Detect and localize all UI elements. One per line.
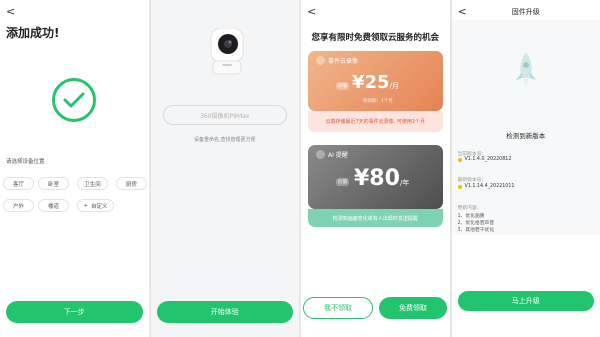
- decline-button[interactable]: 我不领取: [303, 297, 373, 319]
- version-dot-icon: [457, 157, 462, 162]
- cloud-record-desc: 云端存储最近7天的事件云录像, 可使用1个月: [308, 111, 443, 132]
- ai-icon: [316, 150, 325, 159]
- screen-firmware-upgrade: < 固件升级 检测到新版本 当前版本号： V1.1.4.0_20220812 最…: [451, 0, 600, 337]
- current-version: V1.1.4.0_20220812: [464, 157, 512, 162]
- page-title: 固件升级: [511, 8, 540, 16]
- room-chip-corridor[interactable]: 楼道: [38, 199, 69, 212]
- location-label: 请选择设备位置: [6, 159, 45, 165]
- value-tag: 价值: [336, 178, 349, 186]
- value-tag: 价值: [336, 82, 349, 90]
- change-item: 2、优化拾音声音: [457, 221, 495, 226]
- change-item: 1、优化画质: [457, 214, 485, 219]
- card-name: AI 提醒: [316, 150, 348, 159]
- offer-title: 您享有限时免费领取云服务的机会: [311, 33, 439, 43]
- room-chip-outdoor[interactable]: 户外: [3, 199, 34, 212]
- plus-icon: +: [83, 202, 89, 209]
- latest-version-row: V1.1.14.4_20221011: [457, 184, 515, 189]
- room-chip-bathroom[interactable]: 卫生间: [77, 177, 108, 190]
- ai-alert-card[interactable]: AI 提醒 价值 ¥80/年: [308, 145, 443, 209]
- page-title: 添加成功!: [6, 26, 60, 40]
- start-experience-button[interactable]: 开始体验: [156, 301, 293, 323]
- room-chip-custom[interactable]: + 自定义: [77, 199, 114, 212]
- room-chip-bedroom[interactable]: 卧室: [38, 177, 69, 190]
- camera-image: [209, 27, 245, 78]
- latest-version-label: 最新版本号：: [457, 178, 487, 183]
- current-version-row: V1.1.4.0_20220812: [457, 157, 512, 162]
- claim-button[interactable]: 免费领取: [379, 297, 447, 319]
- latest-version: V1.1.14.4_20221011: [464, 184, 515, 189]
- custom-label: 自定义: [91, 203, 108, 210]
- device-name-input[interactable]: 360摄像机P8Max: [162, 105, 287, 125]
- cloud-icon: [316, 56, 325, 65]
- current-version-label: 当前版本号：: [457, 152, 487, 157]
- price: ¥80/年: [354, 166, 410, 191]
- ai-alert-desc: 检测到画面变化或有人出现时发送提醒: [308, 209, 443, 227]
- cloud-record-card[interactable]: 事件云录像 价值 ¥25/月 有效期：1个月: [308, 51, 443, 111]
- version-dot-icon: [457, 184, 462, 189]
- screen-cloud-offer: < 您享有限时免费领取云服务的机会 事件云录像 价值 ¥25/月 有效期：1个月…: [301, 0, 450, 337]
- room-chip-kitchen[interactable]: 厨房: [116, 177, 147, 190]
- card-name: 事件云录像: [316, 56, 358, 65]
- rename-hint: 设备重命名,查找管理更方便: [193, 137, 256, 143]
- screens-row: < 添加成功! 请选择设备位置 客厅 卧室 卫生间 厨房 户外 楼道 + 自定义 …: [0, 0, 600, 337]
- upgrade-now-button[interactable]: 马上升级: [457, 291, 594, 311]
- back-icon[interactable]: <: [307, 5, 316, 18]
- room-chip-living[interactable]: 客厅: [3, 177, 34, 190]
- change-item: 3、其他若干优化: [457, 228, 495, 233]
- upgrade-status: 检测到新版本: [506, 132, 546, 140]
- screen-add-success: < 添加成功! 请选择设备位置 客厅 卧室 卫生间 厨房 户外 楼道 + 自定义 …: [0, 0, 149, 337]
- back-icon[interactable]: <: [6, 5, 15, 18]
- changes-label: 更新内容：: [457, 206, 482, 211]
- rocket-icon: [514, 52, 538, 94]
- success-check-icon: [52, 78, 96, 122]
- price: ¥25/月: [352, 72, 399, 93]
- screen-rename-device: 360摄像机P8Max 设备重命名,查找管理更方便 开始体验: [150, 0, 299, 337]
- next-button[interactable]: 下一步: [6, 301, 143, 323]
- validity: 有效期：1个月: [363, 99, 393, 104]
